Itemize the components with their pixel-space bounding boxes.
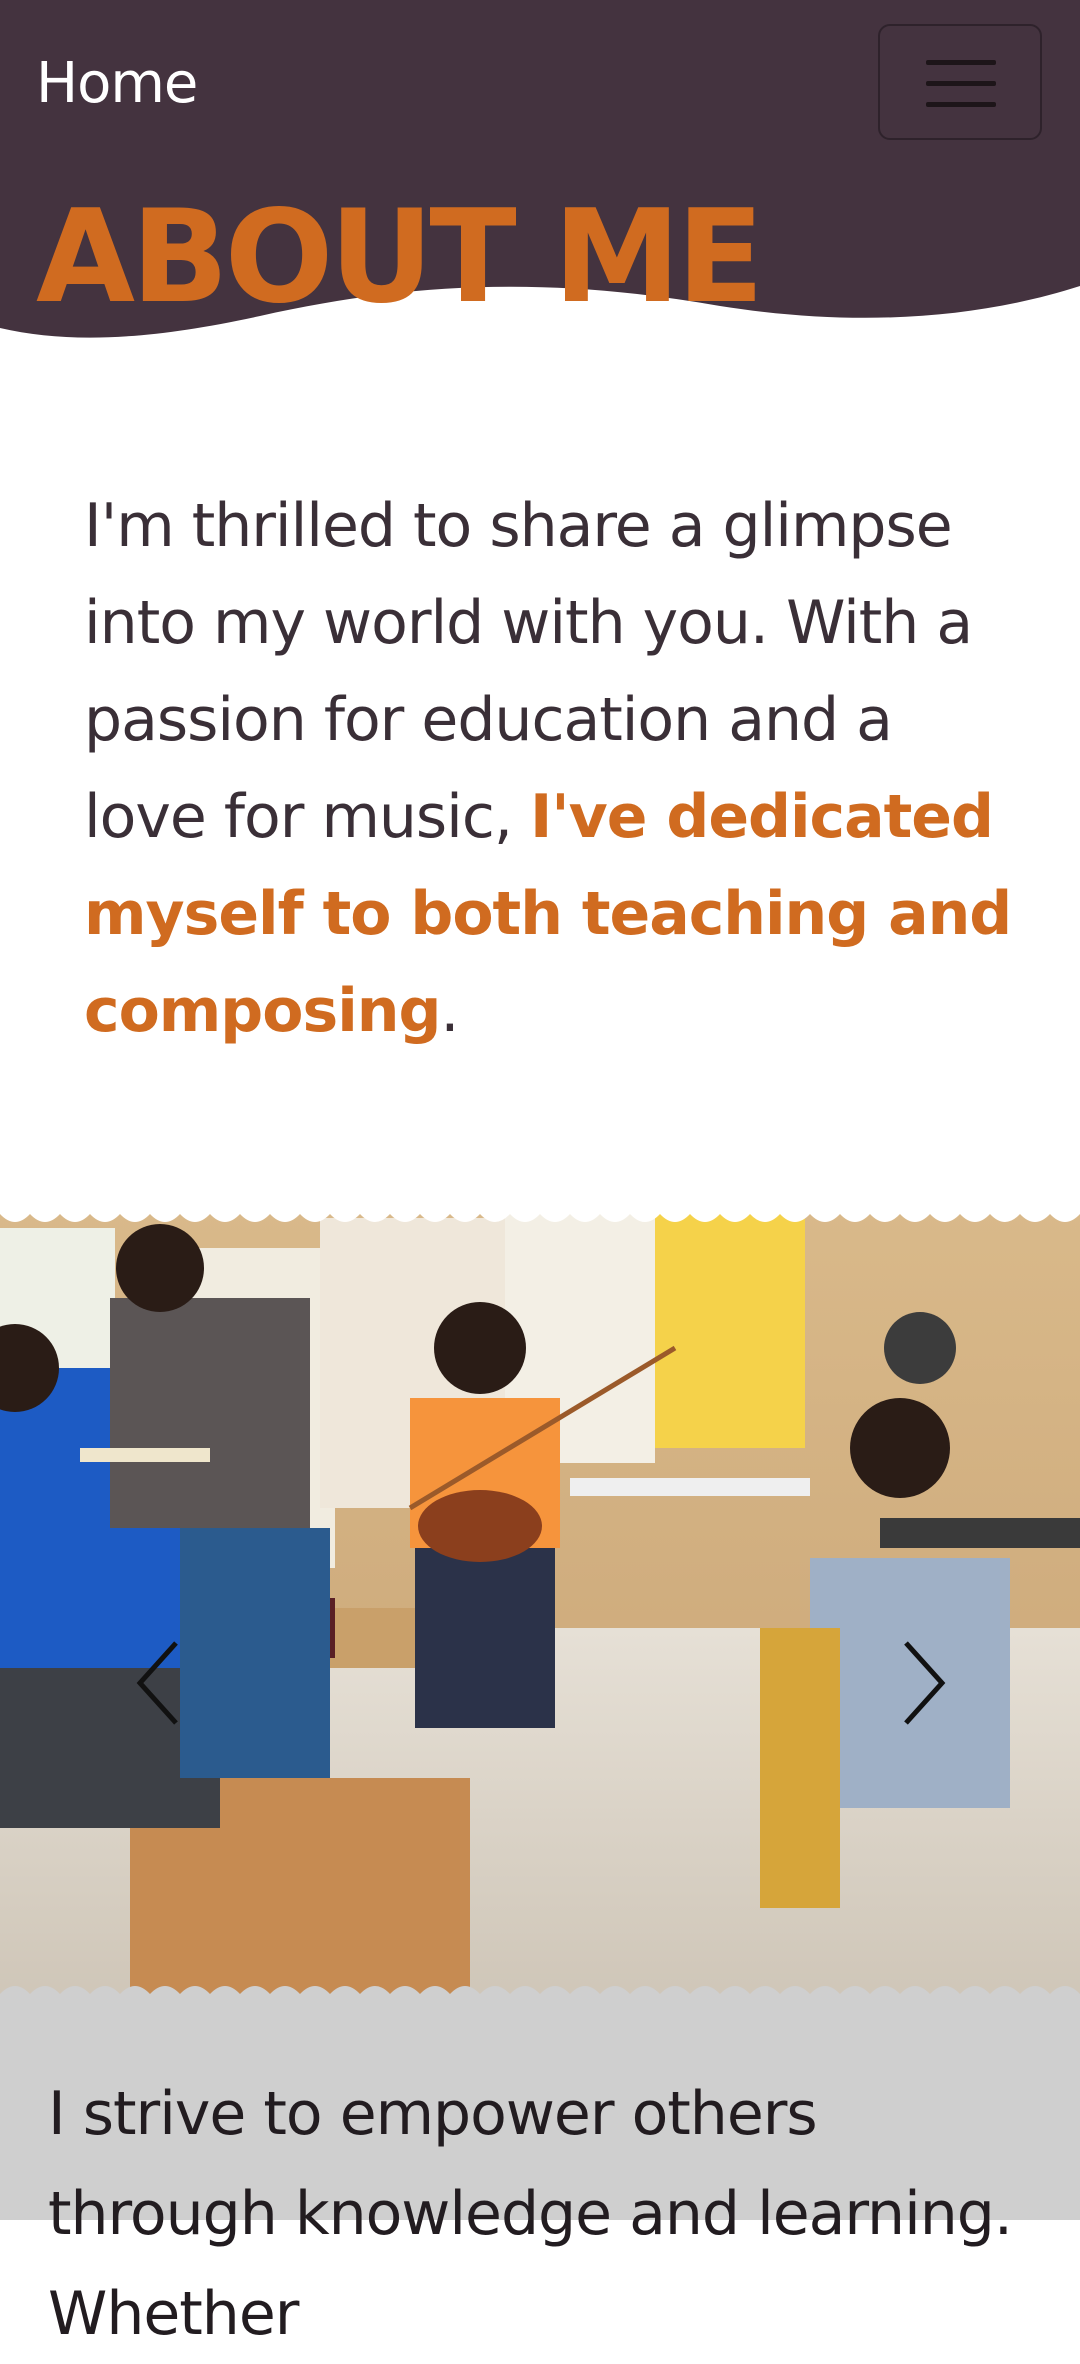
carousel-image [0, 1208, 1080, 2000]
navbar: Home [0, 0, 1080, 168]
carousel-next-button[interactable] [888, 1628, 958, 1738]
page-title: ABOUT ME [36, 183, 764, 332]
intro-text-end: . [440, 976, 459, 1046]
image-carousel [0, 1208, 1080, 2000]
carousel-prev-button[interactable] [124, 1628, 194, 1738]
about-hero: ABOUT ME [0, 168, 1080, 348]
brand-home-link[interactable]: Home [36, 48, 198, 120]
intro-paragraph: I'm thrilled to share a glimpse into my … [84, 478, 1014, 1060]
menu-toggle-button[interactable] [878, 24, 1042, 140]
mission-section: I strive to empower others through knowl… [0, 1994, 1080, 2349]
chevron-right-icon [904, 1641, 946, 1725]
mission-paragraph: I strive to empower others through knowl… [48, 2079, 1013, 2349]
chevron-left-icon [136, 1641, 178, 1725]
top-scallop-edge [0, 1208, 1080, 1222]
